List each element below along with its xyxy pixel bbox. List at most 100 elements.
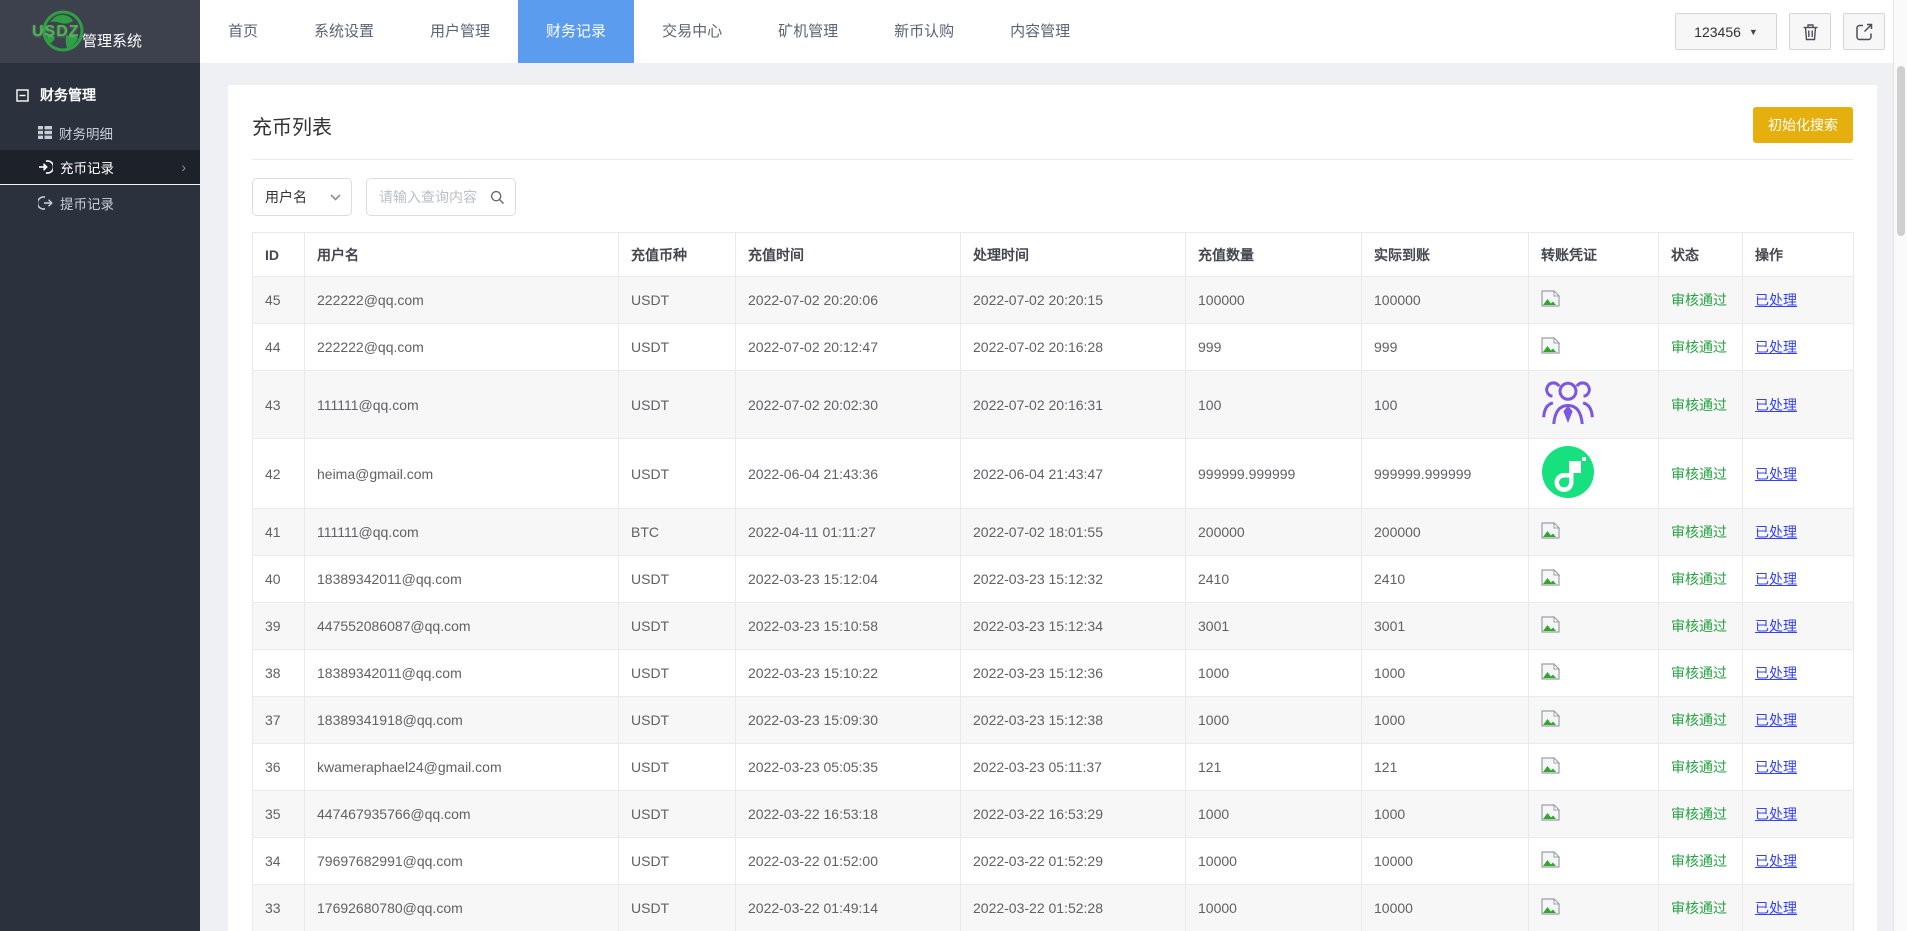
nav-item-内容管理[interactable]: 内容管理 <box>982 0 1098 63</box>
sign-in-icon <box>38 160 53 174</box>
sidebar-section-finance[interactable]: 财务管理 <box>0 75 200 115</box>
cell-voucher[interactable] <box>1529 885 1659 931</box>
action-link[interactable]: 已处理 <box>1755 397 1797 413</box>
cell-process_time: 2022-03-23 15:12:32 <box>961 556 1186 603</box>
cell-status: 审核通过 <box>1659 371 1743 439</box>
action-link[interactable]: 已处理 <box>1755 900 1797 916</box>
nav-item-用户管理[interactable]: 用户管理 <box>402 0 518 63</box>
cell-voucher[interactable] <box>1529 439 1659 509</box>
broken-image-icon <box>1541 710 1561 727</box>
cell-action: 已处理 <box>1743 371 1854 439</box>
cell-actual: 999999.999999 <box>1362 439 1529 509</box>
sign-out-icon <box>38 196 53 210</box>
cell-voucher[interactable] <box>1529 556 1659 603</box>
cell-status: 审核通过 <box>1659 556 1743 603</box>
logout-button[interactable] <box>1843 13 1885 50</box>
status-text: 审核通过 <box>1671 759 1727 775</box>
cell-process_time: 2022-07-02 20:16:28 <box>961 324 1186 371</box>
action-link[interactable]: 已处理 <box>1755 853 1797 869</box>
cell-deposit_time: 2022-07-02 20:02:30 <box>736 371 961 439</box>
status-text: 审核通过 <box>1671 524 1727 540</box>
cell-voucher[interactable] <box>1529 324 1659 371</box>
action-link[interactable]: 已处理 <box>1755 618 1797 634</box>
cell-deposit_time: 2022-03-23 15:10:58 <box>736 603 961 650</box>
cell-voucher[interactable] <box>1529 838 1659 885</box>
action-link[interactable]: 已处理 <box>1755 806 1797 822</box>
action-link[interactable]: 已处理 <box>1755 292 1797 308</box>
nav-item-财务记录[interactable]: 财务记录 <box>518 0 634 63</box>
cell-voucher[interactable] <box>1529 371 1659 439</box>
cell-process_time: 2022-07-02 18:01:55 <box>961 509 1186 556</box>
divider <box>252 159 1853 160</box>
cell-voucher[interactable] <box>1529 603 1659 650</box>
cell-id: 44 <box>253 324 305 371</box>
brand-text: USDZ <box>32 23 80 41</box>
nav-item-首页[interactable]: 首页 <box>200 0 286 63</box>
cell-process_time: 2022-03-23 15:12:36 <box>961 650 1186 697</box>
broken-image-icon <box>1541 757 1561 774</box>
reset-search-button[interactable]: 初始化搜索 <box>1753 107 1853 143</box>
column-header-充值币种: 充值币种 <box>619 233 736 277</box>
cell-process_time: 2022-03-23 15:12:34 <box>961 603 1186 650</box>
table-row: 3479697682991@qq.comUSDT2022-03-22 01:52… <box>253 838 1854 885</box>
column-header-充值时间: 充值时间 <box>736 233 961 277</box>
cell-coin: USDT <box>619 277 736 324</box>
cell-voucher[interactable] <box>1529 509 1659 556</box>
cell-id: 45 <box>253 277 305 324</box>
cell-voucher[interactable] <box>1529 744 1659 791</box>
cell-action: 已处理 <box>1743 509 1854 556</box>
action-link[interactable]: 已处理 <box>1755 759 1797 775</box>
cell-voucher[interactable] <box>1529 791 1659 838</box>
trash-button[interactable] <box>1789 13 1831 50</box>
action-link[interactable]: 已处理 <box>1755 571 1797 587</box>
cell-id: 37 <box>253 697 305 744</box>
action-link[interactable]: 已处理 <box>1755 524 1797 540</box>
sidebar: 财务管理 财务明细 充币记录› 提币记录 <box>0 63 200 931</box>
cell-user: heima@gmail.com <box>305 439 619 509</box>
cell-action: 已处理 <box>1743 439 1854 509</box>
search-icon[interactable] <box>490 189 505 206</box>
sidebar-item-财务明细[interactable]: 财务明细 <box>0 115 200 150</box>
cell-status: 审核通过 <box>1659 324 1743 371</box>
cell-user: 447552086087@qq.com <box>305 603 619 650</box>
nav-item-新币认购[interactable]: 新币认购 <box>866 0 982 63</box>
user-dropdown[interactable]: 123456 ▼ <box>1675 13 1777 50</box>
sidebar-item-充币记录[interactable]: 充币记录› <box>0 150 200 185</box>
cell-deposit_time: 2022-06-04 21:43:36 <box>736 439 961 509</box>
broken-image-icon <box>1541 898 1561 915</box>
column-header-充值数量: 充值数量 <box>1186 233 1362 277</box>
sidebar-item-label: 充币记录 <box>60 157 114 177</box>
cell-user: 18389342011@qq.com <box>305 650 619 697</box>
nav-item-系统设置[interactable]: 系统设置 <box>286 0 402 63</box>
scrollbar-thumb[interactable] <box>1897 66 1905 236</box>
nav-item-交易中心[interactable]: 交易中心 <box>634 0 750 63</box>
cell-status: 审核通过 <box>1659 277 1743 324</box>
action-link[interactable]: 已处理 <box>1755 466 1797 482</box>
status-text: 审核通过 <box>1671 339 1727 355</box>
search-field-select[interactable]: 用户名 <box>252 178 352 216</box>
cell-coin: USDT <box>619 885 736 931</box>
sidebar-item-提币记录[interactable]: 提币记录 <box>0 185 200 220</box>
action-link[interactable]: 已处理 <box>1755 339 1797 355</box>
cell-voucher[interactable] <box>1529 277 1659 324</box>
cell-voucher[interactable] <box>1529 697 1659 744</box>
cell-voucher[interactable] <box>1529 650 1659 697</box>
column-header-ID: ID <box>253 233 305 277</box>
column-header-用户名: 用户名 <box>305 233 619 277</box>
sidebar-item-label: 提币记录 <box>60 193 114 213</box>
status-text: 审核通过 <box>1671 571 1727 587</box>
action-link[interactable]: 已处理 <box>1755 665 1797 681</box>
status-text: 审核通过 <box>1671 618 1727 634</box>
nav-item-矿机管理[interactable]: 矿机管理 <box>750 0 866 63</box>
status-text: 审核通过 <box>1671 665 1727 681</box>
cell-user: 18389342011@qq.com <box>305 556 619 603</box>
action-link[interactable]: 已处理 <box>1755 712 1797 728</box>
cell-process_time: 2022-07-02 20:16:31 <box>961 371 1186 439</box>
cell-action: 已处理 <box>1743 603 1854 650</box>
cell-amount: 1000 <box>1186 791 1362 838</box>
column-header-操作: 操作 <box>1743 233 1854 277</box>
table-row: 43111111@qq.comUSDT2022-07-02 20:02:3020… <box>253 371 1854 439</box>
page-scrollbar[interactable] <box>1893 0 1907 931</box>
search-input[interactable] <box>379 189 490 205</box>
search-box <box>366 178 516 216</box>
